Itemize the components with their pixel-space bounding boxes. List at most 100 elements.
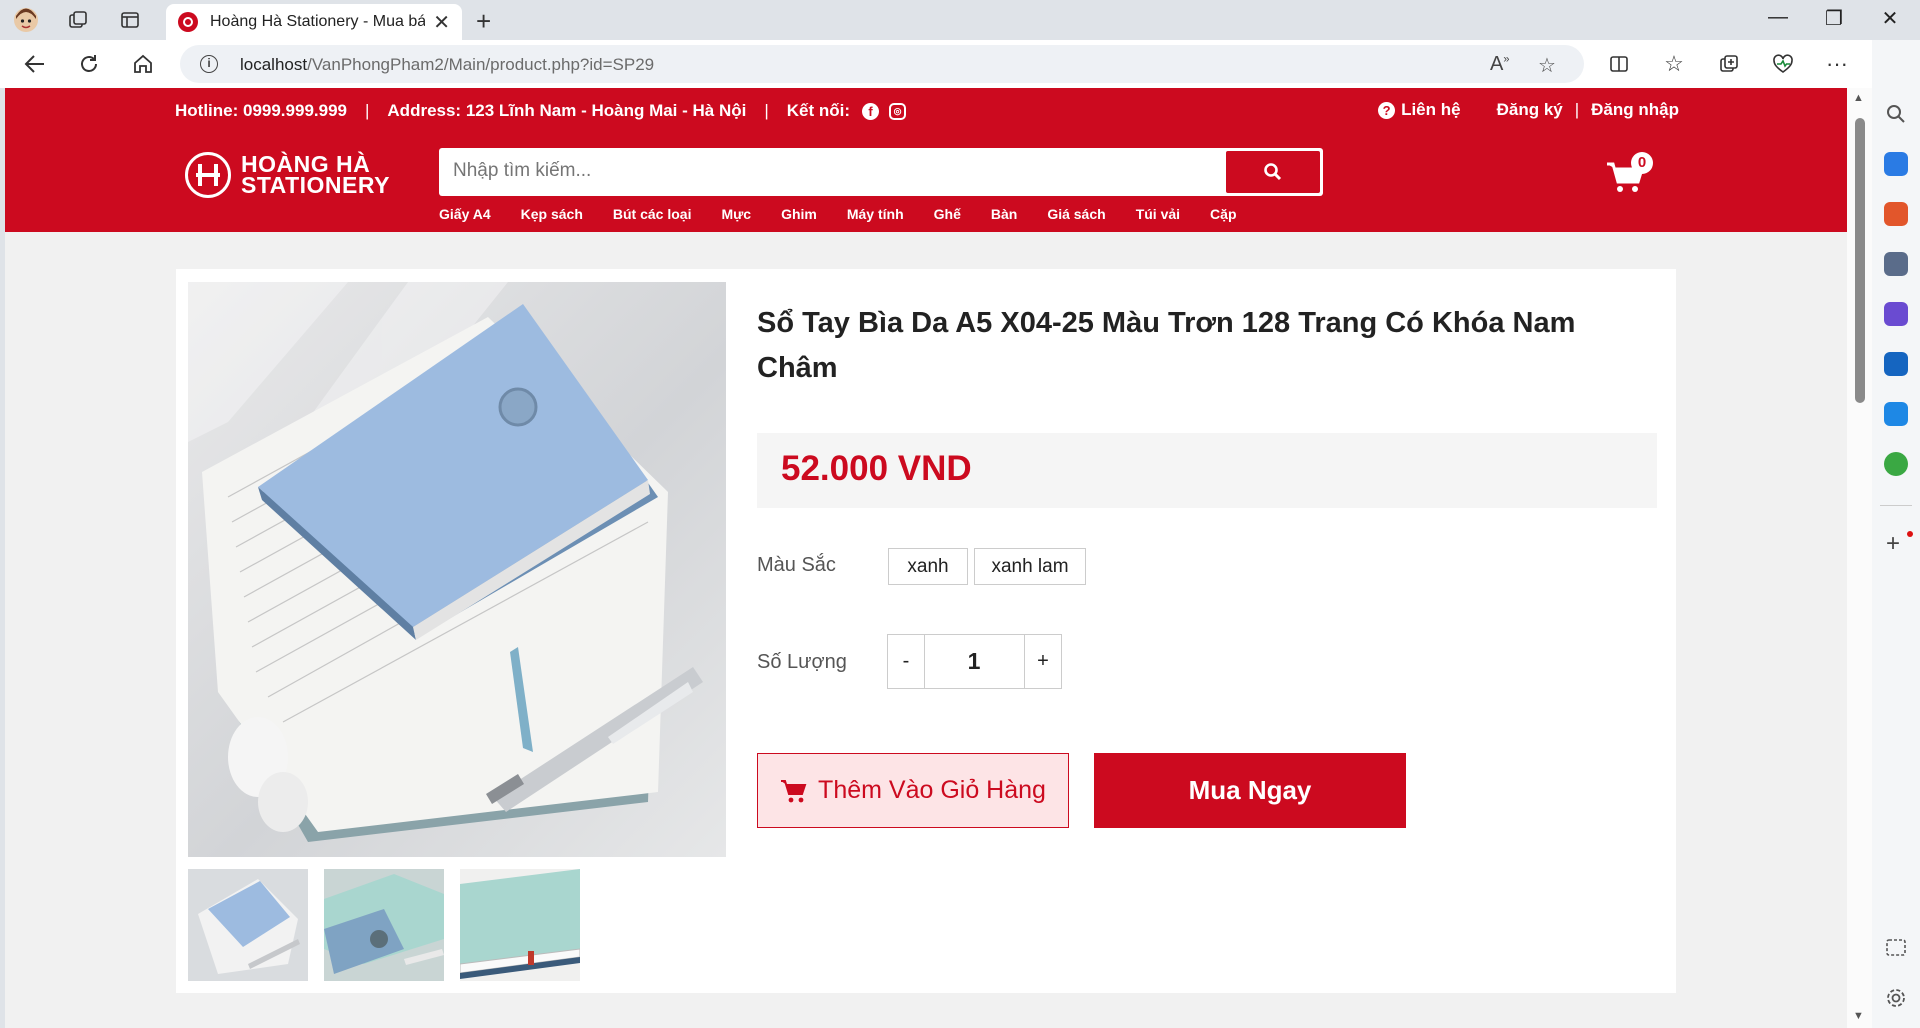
product-title: Sổ Tay Bìa Da A5 X04-25 Màu Trơn 128 Tra… (757, 307, 1576, 384)
category-link[interactable]: Giá sách (1047, 206, 1105, 222)
refresh-icon[interactable] (72, 48, 106, 80)
add-to-cart-button[interactable]: Thêm Vào Giỏ Hàng (757, 753, 1069, 828)
sidebar-games-icon[interactable] (1884, 252, 1908, 276)
read-aloud-icon[interactable]: A» (1490, 53, 1509, 76)
sidebar-drop-icon[interactable] (1884, 402, 1908, 426)
sidebar-tools-icon[interactable] (1884, 202, 1908, 226)
top-info-bar: Hotline: 0999.999.999 | Address: 123 Lĩn… (175, 100, 907, 122)
scroll-thumb[interactable] (1855, 118, 1865, 403)
instagram-icon[interactable]: ◎ (889, 102, 907, 120)
search-bar (439, 148, 1323, 196)
category-link[interactable]: Máy tính (847, 206, 904, 222)
home-icon[interactable] (126, 48, 160, 80)
category-link[interactable]: Ghim (781, 206, 817, 222)
favorites-icon[interactable]: ☆ (1657, 48, 1691, 80)
url-text[interactable]: localhost/VanPhongPham2/Main/product.php… (240, 55, 654, 75)
product-price: 52.000 VND (781, 449, 972, 488)
product-thumbnail[interactable] (188, 869, 308, 981)
tab-title: Hoàng Hà Stationery - Mua bán (210, 13, 426, 30)
profile-avatar-icon[interactable] (10, 6, 42, 34)
scroll-down-arrow-icon[interactable]: ▼ (1853, 1010, 1864, 1022)
scroll-up-arrow-icon[interactable]: ▲ (1853, 92, 1864, 104)
sidebar-divider (1880, 505, 1912, 506)
color-option-xanh[interactable]: xanh (888, 548, 968, 585)
browser-essentials-icon[interactable] (1766, 48, 1800, 80)
category-link[interactable]: Giấy A4 (439, 206, 491, 222)
logo-mark-icon (185, 152, 231, 198)
page-scrollbar[interactable]: ▲ ▼ (1847, 88, 1872, 1028)
split-screen-icon[interactable] (1602, 48, 1636, 80)
site-info-icon[interactable]: i (200, 55, 218, 73)
help-circle-icon: ? (1378, 101, 1396, 119)
cart-button[interactable]: 0 (1605, 152, 1653, 196)
sidebar-add-icon[interactable]: + (1886, 530, 1900, 558)
logo-text: HOÀNG HÀ STATIONERY (241, 153, 390, 198)
category-link[interactable]: Ghế (934, 206, 961, 222)
minimize-icon[interactable]: — (1758, 6, 1798, 29)
color-option-xanh-lam[interactable]: xanh lam (974, 548, 1086, 585)
search-button[interactable] (1226, 151, 1320, 193)
site-logo[interactable]: HOÀNG HÀ STATIONERY (185, 152, 390, 198)
register-link[interactable]: Đăng ký (1497, 100, 1563, 120)
account-links: ? Liên hệ Đăng ký | Đăng nhập (1378, 100, 1679, 120)
product-main-image[interactable] (188, 282, 726, 857)
workspaces-icon[interactable] (62, 6, 94, 34)
separator: | (1574, 100, 1580, 119)
category-link[interactable]: Bút các loại (613, 206, 692, 222)
sidebar-tree-icon[interactable] (1884, 452, 1908, 476)
category-link[interactable]: Kẹp sách (521, 206, 583, 222)
sidebar-settings-gear-icon[interactable] (1884, 986, 1908, 1010)
category-link[interactable]: Bàn (991, 206, 1017, 222)
search-icon (1264, 163, 1282, 181)
address-text: Address: 123 Lĩnh Nam - Hoàng Mai - Hà N… (387, 101, 747, 120)
tab-actions-icon[interactable] (114, 6, 146, 34)
category-link[interactable]: Mực (721, 206, 751, 222)
new-tab-icon[interactable]: + (476, 6, 491, 37)
site-header: Hotline: 0999.999.999 | Address: 123 Lĩn… (5, 88, 1847, 232)
sidebar-shopping-icon[interactable] (1884, 152, 1908, 176)
restore-icon[interactable]: ❐ (1814, 6, 1854, 31)
buy-now-button[interactable]: Mua Ngay (1094, 753, 1406, 828)
quantity-increase-button[interactable]: + (1024, 634, 1062, 689)
hotline-text: Hotline: 0999.999.999 (175, 101, 347, 120)
active-tab[interactable]: Hoàng Hà Stationery - Mua bán ✕ (166, 4, 462, 40)
cart-count-badge: 0 (1631, 152, 1653, 174)
url-path: /VanPhongPham2/Main/product.php?id=SP29 (307, 55, 655, 74)
quantity-input[interactable]: 1 (924, 634, 1024, 689)
separator: | (764, 101, 769, 120)
logo-line-2: STATIONERY (241, 172, 390, 198)
login-link[interactable]: Đăng nhập (1591, 100, 1679, 120)
connect-label: Kết nối: (786, 101, 851, 120)
price-box: 52.000 VND (757, 433, 1657, 508)
web-page: Hotline: 0999.999.999 | Address: 123 Lĩn… (5, 88, 1847, 1028)
url-host: localhost (240, 55, 308, 74)
sidebar-screenshot-icon[interactable] (1884, 936, 1908, 960)
separator: | (364, 101, 370, 120)
category-link[interactable]: Túi vải (1136, 206, 1180, 222)
product-card: Sổ Tay Bìa Da A5 X04-25 Màu Trơn 128 Tra… (176, 269, 1676, 993)
contact-link[interactable]: Liên hệ (1401, 100, 1461, 120)
facebook-icon[interactable]: f (862, 102, 880, 120)
browser-toolbar: i localhost/VanPhongPham2/Main/product.p… (0, 40, 1920, 88)
close-window-icon[interactable]: ✕ (1870, 6, 1910, 31)
sidebar-outlook-icon[interactable] (1884, 352, 1908, 376)
cart-icon (781, 779, 807, 802)
site-favicon-icon (178, 12, 198, 32)
browser-tab-bar: Hoàng Hà Stationery - Mua bán ✕ + — ❐ ✕ (0, 0, 1920, 40)
add-to-cart-label: Thêm Vào Giỏ Hàng (818, 776, 1046, 804)
more-menu-icon[interactable]: ··· (1820, 48, 1854, 80)
tab-close-icon[interactable]: ✕ (433, 10, 450, 35)
collections-icon[interactable] (1712, 48, 1746, 80)
product-thumbnail[interactable] (460, 869, 580, 981)
social-links: f ◎ (862, 102, 907, 120)
sidebar-microsoft365-icon[interactable] (1884, 302, 1908, 326)
category-link[interactable]: Cặp (1210, 206, 1236, 222)
address-bar[interactable]: i localhost/VanPhongPham2/Main/product.p… (180, 45, 1584, 83)
search-input[interactable] (453, 160, 1213, 182)
back-icon[interactable] (18, 48, 52, 80)
sidebar-search-icon[interactable] (1884, 102, 1908, 126)
category-nav: Giấy A4 Kẹp sách Bút các loại Mực Ghim M… (439, 206, 1237, 222)
quantity-decrease-button[interactable]: - (887, 634, 925, 689)
product-thumbnail[interactable] (324, 869, 444, 981)
favorite-star-icon[interactable]: ☆ (1538, 53, 1556, 78)
